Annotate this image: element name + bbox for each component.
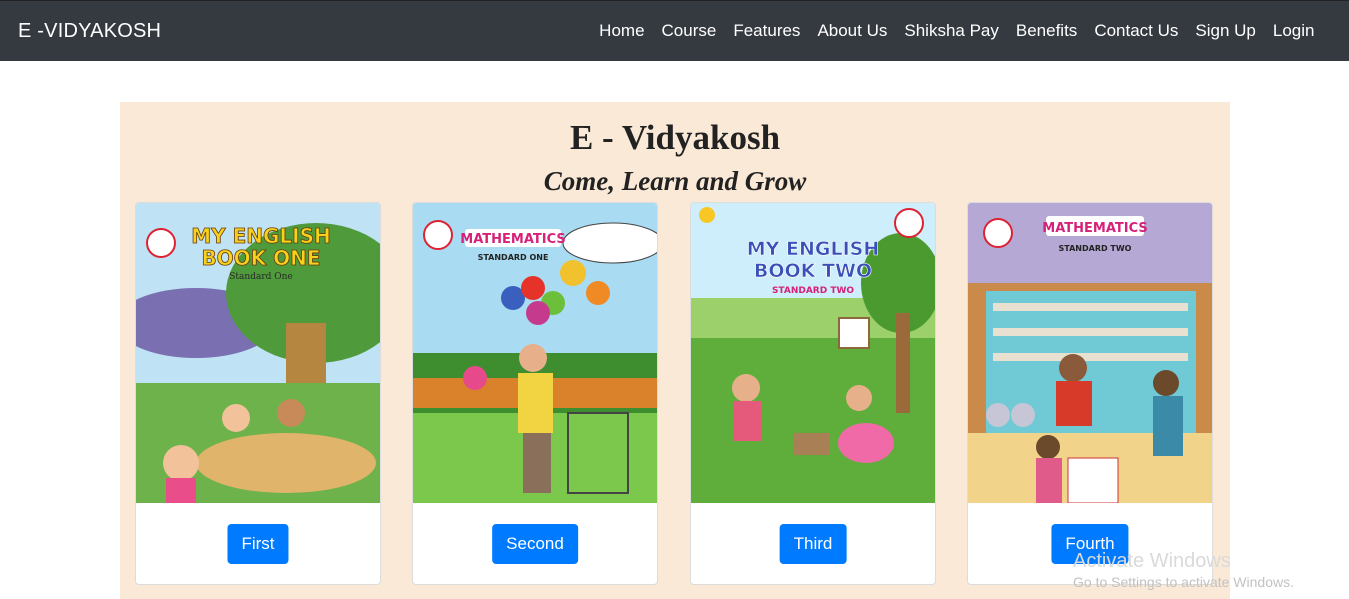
third-button[interactable]: Third <box>779 524 847 564</box>
cover-subtitle: STANDARD TWO <box>1059 244 1132 253</box>
nav-link-features[interactable]: Features <box>725 21 809 41</box>
nav-link-course[interactable]: Course <box>653 21 725 41</box>
book-cover-english-two[interactable]: MY ENGLISH BOOK TWO STANDARD TWO <box>691 203 935 503</box>
fourth-button[interactable]: Fourth <box>1051 524 1129 564</box>
nav-link-login[interactable]: Login <box>1264 21 1323 41</box>
second-button[interactable]: Second <box>492 524 578 564</box>
cover-title-line1: MY ENGLISH <box>191 224 331 248</box>
cover-title-line1: MATHEMATICS <box>1042 221 1147 236</box>
cover-title-line2: BOOK ONE <box>201 246 320 270</box>
nav-links: Home Course Features About Us Shiksha Pa… <box>591 21 1323 41</box>
cover-subtitle: STANDARD ONE <box>478 253 549 262</box>
page-title: E - Vidyakosh <box>569 118 781 157</box>
cover-title-line1: MY ENGLISH <box>747 238 880 260</box>
book-card-fourth: MATHEMATICS STANDARD TWO Fourth <box>967 202 1213 585</box>
book-card-second: MATHEMATICS STANDARD ONE Second <box>412 202 658 585</box>
cover-title-line1: MATHEMATICS <box>460 232 565 247</box>
nav-link-home[interactable]: Home <box>591 21 653 41</box>
book-cover-maths-one[interactable]: MATHEMATICS STANDARD ONE <box>413 203 657 503</box>
book-card-third: MY ENGLISH BOOK TWO STANDARD TWO Third <box>690 202 936 585</box>
nav-link-benefits[interactable]: Benefits <box>1007 21 1085 41</box>
nav-link-shiksha-pay[interactable]: Shiksha Pay <box>896 21 1008 41</box>
book-cover-english-one[interactable]: MY ENGLISH BOOK ONE Standard One <box>136 203 380 503</box>
nav-link-contact-us[interactable]: Contact Us <box>1086 21 1187 41</box>
cover-subtitle: STANDARD TWO <box>772 286 854 296</box>
first-button[interactable]: First <box>227 524 289 564</box>
cover-subtitle: Standard One <box>229 272 293 282</box>
brand-logo-text[interactable]: E -VIDYAKOSH <box>18 20 161 43</box>
nav-link-sign-up[interactable]: Sign Up <box>1187 21 1264 41</box>
cover-title-line2: BOOK TWO <box>754 260 872 282</box>
top-navbar: E -VIDYAKOSH Home Course Features About … <box>0 0 1349 61</box>
page-subtitle: Come, Learn and Grow <box>543 166 807 196</box>
book-cover-maths-two[interactable]: MATHEMATICS STANDARD TWO <box>968 203 1212 503</box>
hero-section: E - Vidyakosh Come, Learn and Grow MY EN… <box>120 102 1230 599</box>
book-card-first: MY ENGLISH BOOK ONE Standard One First <box>135 202 381 585</box>
nav-link-about-us[interactable]: About Us <box>809 21 896 41</box>
